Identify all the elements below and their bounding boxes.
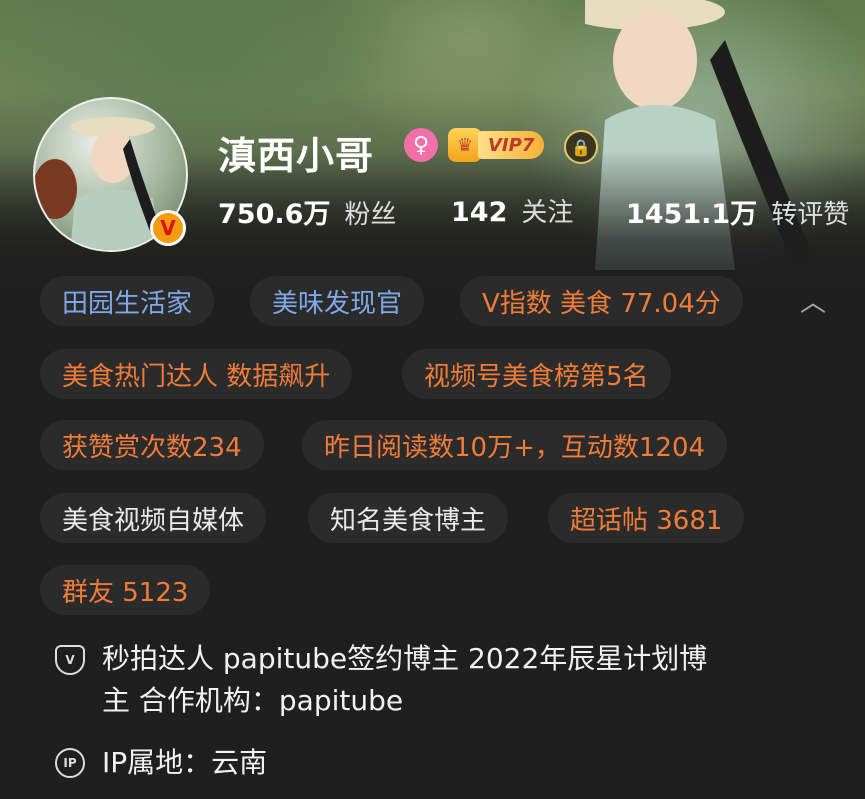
- followers-stat[interactable]: 750.6万 粉丝: [218, 192, 396, 232]
- following-label: 关注: [521, 198, 574, 228]
- chevron-up-icon[interactable]: ︿: [795, 282, 831, 318]
- tag-item[interactable]: 获赞赏次数234: [40, 420, 264, 470]
- followers-label: 粉丝: [344, 200, 397, 230]
- profile-name: 滇西小哥: [218, 134, 375, 178]
- crown-icon: ♛: [448, 128, 482, 162]
- certification-line-1: 秒拍达人 papitube签约博主 2022年辰星计划博: [102, 642, 708, 675]
- tag-item[interactable]: 美味发现官: [250, 276, 425, 326]
- engagement-count: 1451.1万: [626, 199, 758, 230]
- followers-count: 750.6万: [218, 199, 331, 230]
- ip-icon: IP: [55, 748, 85, 778]
- vip-level: VIP7: [478, 131, 545, 159]
- certification-line-2: 主 合作机构：papitube: [102, 684, 404, 717]
- following-stat[interactable]: 142 关注: [451, 192, 573, 232]
- shield-v-icon: V: [55, 645, 85, 675]
- tag-item[interactable]: 田园生活家: [40, 276, 215, 326]
- following-count: 142: [451, 197, 508, 228]
- tag-item[interactable]: 昨日阅读数10万+，互动数1204: [302, 420, 728, 470]
- engagement-stat[interactable]: 1451.1万 转评赞: [626, 192, 849, 232]
- tag-item[interactable]: V指数 美食 77.04分: [460, 276, 743, 326]
- verified-badge: V: [150, 210, 186, 246]
- tag-item[interactable]: 美食热门达人 数据飙升: [40, 349, 353, 399]
- engagement-label: 转评赞: [771, 200, 850, 230]
- lock-icon[interactable]: 🔒: [564, 130, 598, 164]
- female-icon: ♀: [404, 128, 438, 162]
- vip-badge[interactable]: ♛ VIP7: [448, 128, 552, 162]
- tag-item[interactable]: 知名美食博主: [308, 493, 509, 543]
- ip-location: IP属地：云南: [102, 746, 268, 779]
- tag-item[interactable]: 群友 5123: [40, 565, 211, 615]
- tag-item[interactable]: 美食视频自媒体: [40, 493, 267, 543]
- tag-item[interactable]: 视频号美食榜第5名: [402, 349, 671, 399]
- tag-item[interactable]: 超话帖 3681: [548, 493, 745, 543]
